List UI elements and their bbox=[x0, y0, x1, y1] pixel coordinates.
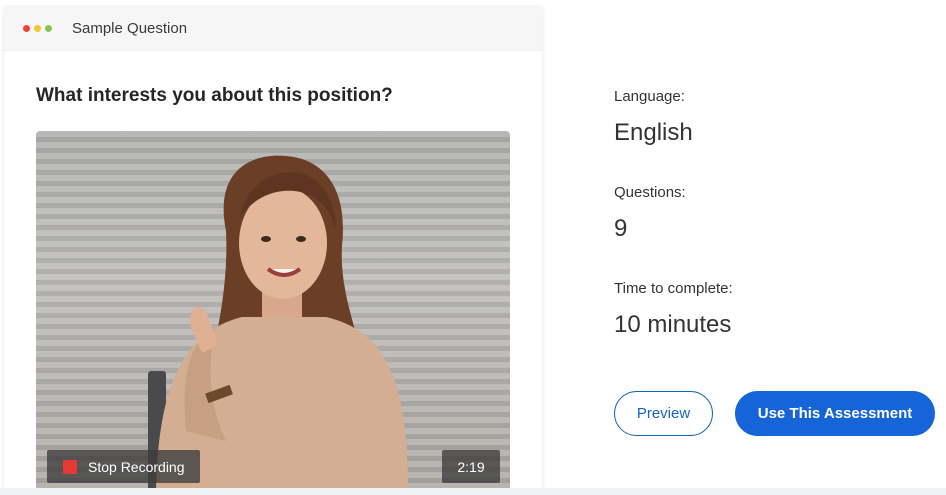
questions-value: 9 bbox=[614, 215, 628, 242]
stop-icon bbox=[63, 459, 77, 474]
language-label: Language: bbox=[614, 88, 685, 105]
time-value: 10 minutes bbox=[614, 311, 732, 338]
question-text: What interests you about this position? bbox=[36, 85, 393, 106]
sample-question-card: Sample Question What interests you about… bbox=[4, 7, 542, 488]
stop-recording-button[interactable]: Stop Recording bbox=[47, 450, 200, 483]
language-value: English bbox=[614, 119, 693, 146]
card-title: Sample Question bbox=[72, 20, 188, 37]
video-preview: Stop Recording 2:19 bbox=[36, 131, 510, 488]
time-label: Time to complete: bbox=[614, 280, 733, 297]
page-bottom-strip bbox=[0, 488, 946, 495]
preview-button[interactable]: Preview bbox=[614, 391, 713, 436]
recording-timer: 2:19 bbox=[442, 450, 500, 483]
green-dot-icon bbox=[45, 25, 52, 32]
red-dot-icon bbox=[23, 25, 30, 32]
yellow-dot-icon bbox=[34, 25, 41, 32]
person-image bbox=[148, 155, 408, 488]
stop-recording-label: Stop Recording bbox=[88, 458, 185, 475]
use-assessment-button[interactable]: Use This Assessment bbox=[735, 391, 935, 436]
window-dots bbox=[23, 25, 52, 32]
questions-label: Questions: bbox=[614, 184, 686, 201]
card-header: Sample Question bbox=[4, 7, 542, 51]
